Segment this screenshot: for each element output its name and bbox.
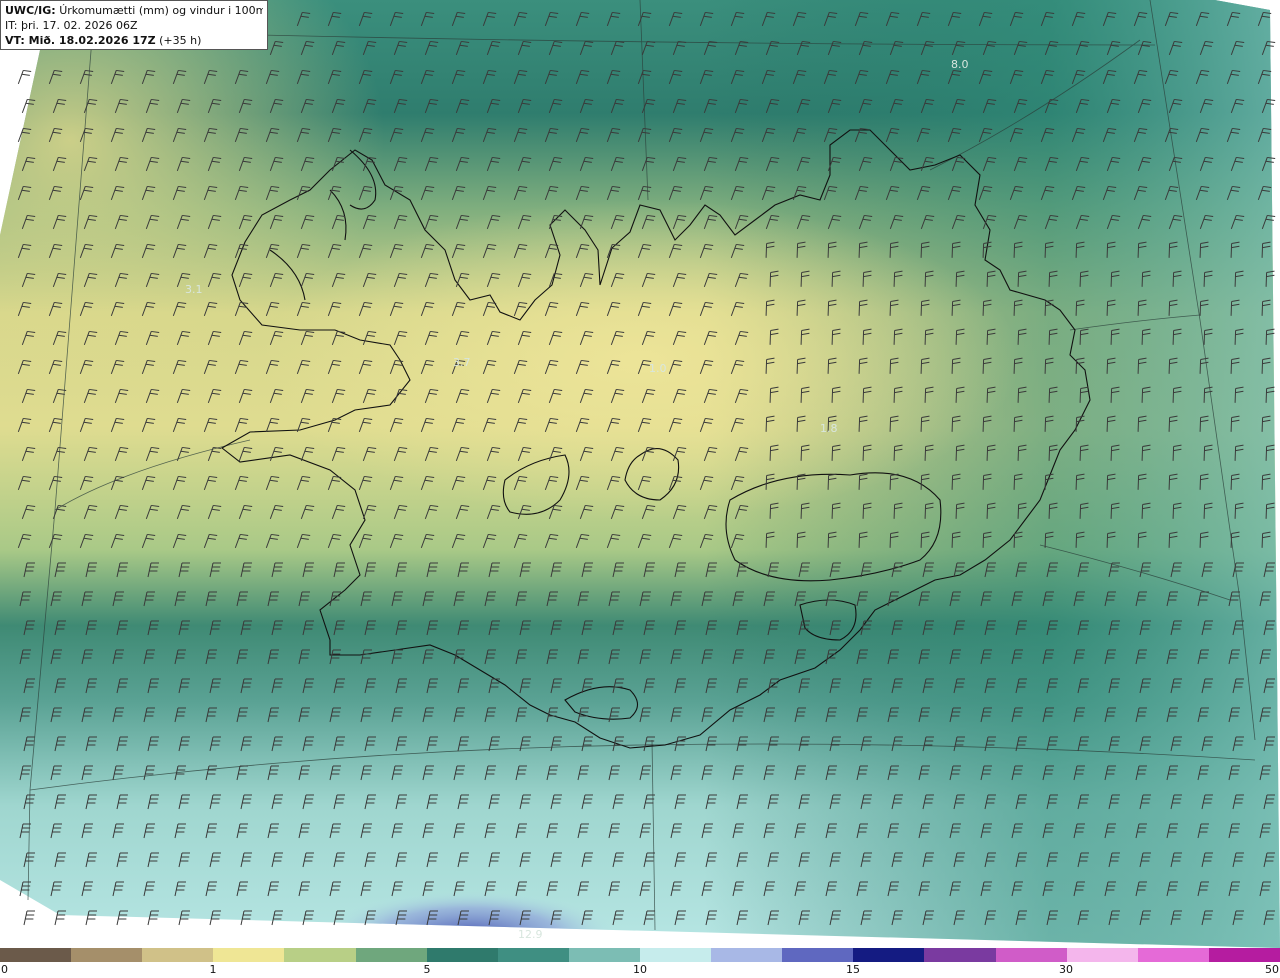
model-code: UWC/IG: <box>5 4 56 17</box>
colorbar-segment <box>1208 948 1280 962</box>
forecast-lead: (+35 h) <box>159 34 202 47</box>
colorbar-segment <box>213 948 285 962</box>
colorbar-segment <box>426 948 498 962</box>
colorbar-segment <box>1066 948 1138 962</box>
valid-time: VT: Mið. 18.02.2026 17Z <box>5 34 156 47</box>
colorbar-segment <box>71 948 143 962</box>
colorbar <box>0 948 1280 962</box>
value-label-west: 3.1 <box>185 283 203 296</box>
map-canvas[interactable] <box>0 0 1280 948</box>
colorbar-segment <box>1137 948 1209 962</box>
tick-1: 1 <box>209 963 217 976</box>
init-time: IT: þri. 17. 02. 2026 06Z <box>5 19 138 32</box>
value-label-north: 8.0 <box>951 58 969 71</box>
tick-30: 30 <box>1059 963 1073 976</box>
colorbar-segment <box>0 948 72 962</box>
colorbar-segment <box>853 948 925 962</box>
colorbar-segment <box>284 948 356 962</box>
colorbar-segment <box>995 948 1067 962</box>
tick-5: 5 <box>423 963 431 976</box>
tick-10: 10 <box>633 963 647 976</box>
tick-15: 15 <box>846 963 860 976</box>
tick-50: 50 <box>1265 963 1279 976</box>
map-title-box: UWC/IG: Úrkomumætti (mm) og vindur i 100… <box>0 0 268 50</box>
map-title: Úrkomumætti (mm) og vindur i 100m hæð <box>59 4 263 17</box>
precipitation-field <box>0 0 1280 948</box>
colorbar-segment <box>924 948 996 962</box>
value-label-max: 12.9 <box>518 928 543 941</box>
colorbar-segment <box>355 948 427 962</box>
tick-0: 0 <box>1 963 8 976</box>
colorbar-segment <box>497 948 569 962</box>
value-label-center: 1.0 <box>649 362 667 375</box>
colorbar-segment <box>782 948 854 962</box>
colorbar-segment <box>142 948 214 962</box>
value-label-northwest: 3.7 <box>453 356 471 369</box>
value-label-east: 1.8 <box>820 422 838 435</box>
colorbar-segment <box>711 948 783 962</box>
colorbar-ticks: 0 1 5 10 15 30 50 <box>0 962 1280 978</box>
colorbar-segment <box>639 948 712 962</box>
colorbar-segment <box>568 948 640 962</box>
